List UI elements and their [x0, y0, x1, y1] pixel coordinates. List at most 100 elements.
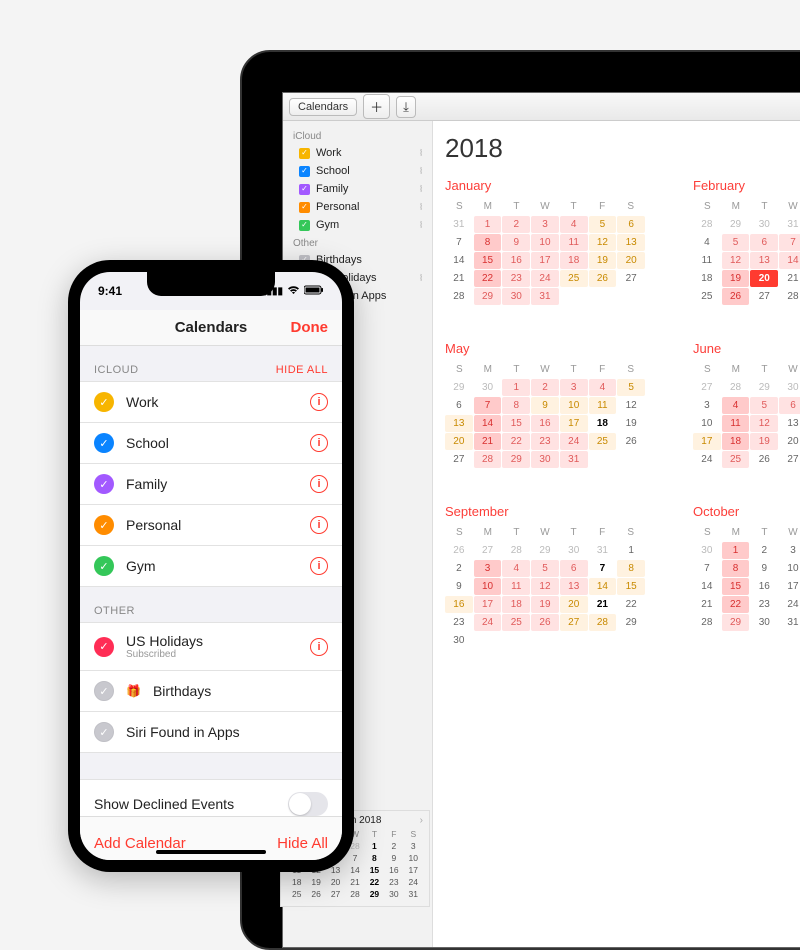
day-cell[interactable]: 28: [474, 451, 502, 468]
day-cell-prev[interactable]: 30: [693, 542, 721, 559]
mini-cal-day[interactable]: 3: [404, 840, 423, 852]
day-cell[interactable]: 10: [693, 415, 721, 432]
day-cell-prev[interactable]: 28: [502, 542, 530, 559]
day-cell[interactable]: 25: [722, 451, 750, 468]
day-cell[interactable]: 28: [779, 288, 800, 305]
day-cell[interactable]: 7: [445, 234, 473, 251]
day-cell[interactable]: 13: [445, 415, 473, 432]
day-cell[interactable]: 4: [589, 379, 617, 396]
day-cell[interactable]: 9: [750, 560, 778, 577]
day-cell[interactable]: 12: [722, 252, 750, 269]
day-cell[interactable]: 27: [560, 614, 588, 631]
day-cell[interactable]: 1: [617, 542, 645, 559]
day-cell[interactable]: 4: [722, 397, 750, 414]
day-cell[interactable]: 17: [531, 252, 559, 269]
ios-calendar-row[interactable]: ✓Gymi: [80, 545, 342, 587]
mini-cal-day[interactable]: 28: [345, 888, 364, 900]
day-cell[interactable]: 2: [502, 216, 530, 233]
info-button[interactable]: i: [310, 475, 328, 493]
day-cell[interactable]: 2: [750, 542, 778, 559]
info-button[interactable]: i: [310, 434, 328, 452]
day-cell[interactable]: 6: [560, 560, 588, 577]
day-cell[interactable]: 3: [779, 542, 800, 559]
day-cell[interactable]: 20: [445, 433, 473, 450]
day-cell[interactable]: 29: [502, 451, 530, 468]
day-cell[interactable]: 8: [617, 560, 645, 577]
day-cell[interactable]: 21: [779, 270, 800, 287]
day-cell[interactable]: 19: [617, 415, 645, 432]
day-cell[interactable]: 30: [502, 288, 530, 305]
day-cell[interactable]: 10: [531, 234, 559, 251]
day-cell[interactable]: 7: [589, 560, 617, 577]
day-cell-prev[interactable]: 28: [722, 379, 750, 396]
day-cell[interactable]: 5: [617, 379, 645, 396]
calendars-toggle-button[interactable]: Calendars: [289, 98, 357, 116]
day-cell-prev[interactable]: 31: [589, 542, 617, 559]
calendar-checkbox[interactable]: ✓: [299, 220, 310, 231]
day-cell[interactable]: 10: [779, 560, 800, 577]
day-cell[interactable]: 11: [502, 578, 530, 595]
day-cell[interactable]: 24: [779, 596, 800, 613]
day-cell[interactable]: 28: [445, 288, 473, 305]
mini-cal-day[interactable]: 19: [306, 876, 325, 888]
day-cell[interactable]: 27: [750, 288, 778, 305]
day-cell[interactable]: 7: [474, 397, 502, 414]
day-cell[interactable]: 28: [693, 614, 721, 631]
mini-cal-next[interactable]: ›: [420, 815, 423, 826]
add-event-button[interactable]: ＋: [363, 94, 390, 119]
ios-calendar-row[interactable]: ✓Worki: [80, 381, 342, 423]
mini-cal-day[interactable]: 21: [345, 876, 364, 888]
day-cell[interactable]: 18: [693, 270, 721, 287]
day-cell[interactable]: 9: [445, 578, 473, 595]
day-cell[interactable]: 13: [750, 252, 778, 269]
day-cell[interactable]: 11: [693, 252, 721, 269]
day-cell[interactable]: 24: [474, 614, 502, 631]
day-cell[interactable]: 31: [531, 288, 559, 305]
day-cell[interactable]: 26: [617, 433, 645, 450]
day-cell[interactable]: 20: [617, 252, 645, 269]
day-cell[interactable]: 8: [474, 234, 502, 251]
day-cell[interactable]: 23: [502, 270, 530, 287]
day-cell[interactable]: 1: [722, 542, 750, 559]
day-cell[interactable]: 3: [474, 560, 502, 577]
mac-calendar-item[interactable]: ✓Personal⦚: [283, 198, 432, 216]
info-button[interactable]: i: [310, 638, 328, 656]
section-hide-all-button[interactable]: HIDE ALL: [276, 364, 328, 376]
day-cell[interactable]: 5: [750, 397, 778, 414]
day-cell[interactable]: 25: [589, 433, 617, 450]
day-cell[interactable]: 16: [531, 415, 559, 432]
day-cell[interactable]: 18: [502, 596, 530, 613]
day-cell[interactable]: 21: [693, 596, 721, 613]
day-cell[interactable]: 31: [560, 451, 588, 468]
ios-calendar-row[interactable]: ✓Siri Found in Apps: [80, 711, 342, 753]
mini-cal-day[interactable]: 23: [384, 876, 403, 888]
day-cell[interactable]: 11: [560, 234, 588, 251]
day-cell[interactable]: 10: [474, 578, 502, 595]
day-cell[interactable]: 29: [617, 614, 645, 631]
day-cell[interactable]: 15: [722, 578, 750, 595]
calendar-checkbox[interactable]: ✓: [299, 184, 310, 195]
day-cell[interactable]: 2: [445, 560, 473, 577]
day-cell[interactable]: 18: [589, 415, 617, 432]
day-cell-prev[interactable]: 29: [750, 379, 778, 396]
calendar-check-icon[interactable]: ✓: [94, 515, 114, 535]
mini-cal-day[interactable]: 29: [365, 888, 384, 900]
mini-cal-day[interactable]: 9: [384, 852, 403, 864]
mini-cal-day[interactable]: 8: [365, 852, 384, 864]
day-cell[interactable]: 21: [474, 433, 502, 450]
calendar-check-icon[interactable]: ✓: [94, 722, 114, 742]
day-cell[interactable]: 4: [502, 560, 530, 577]
day-cell[interactable]: 30: [445, 632, 473, 649]
day-cell[interactable]: 7: [779, 234, 800, 251]
day-cell[interactable]: 27: [779, 451, 800, 468]
calendar-checkbox[interactable]: ✓: [299, 166, 310, 177]
day-cell[interactable]: 23: [445, 614, 473, 631]
day-cell[interactable]: 12: [589, 234, 617, 251]
day-cell[interactable]: 15: [617, 578, 645, 595]
day-cell[interactable]: 27: [445, 451, 473, 468]
day-cell[interactable]: 14: [445, 252, 473, 269]
mac-calendar-item[interactable]: ✓School⦚: [283, 162, 432, 180]
mac-calendar-item[interactable]: ✓Family⦚: [283, 180, 432, 198]
day-cell[interactable]: 27: [617, 270, 645, 287]
day-cell[interactable]: 19: [722, 270, 750, 287]
